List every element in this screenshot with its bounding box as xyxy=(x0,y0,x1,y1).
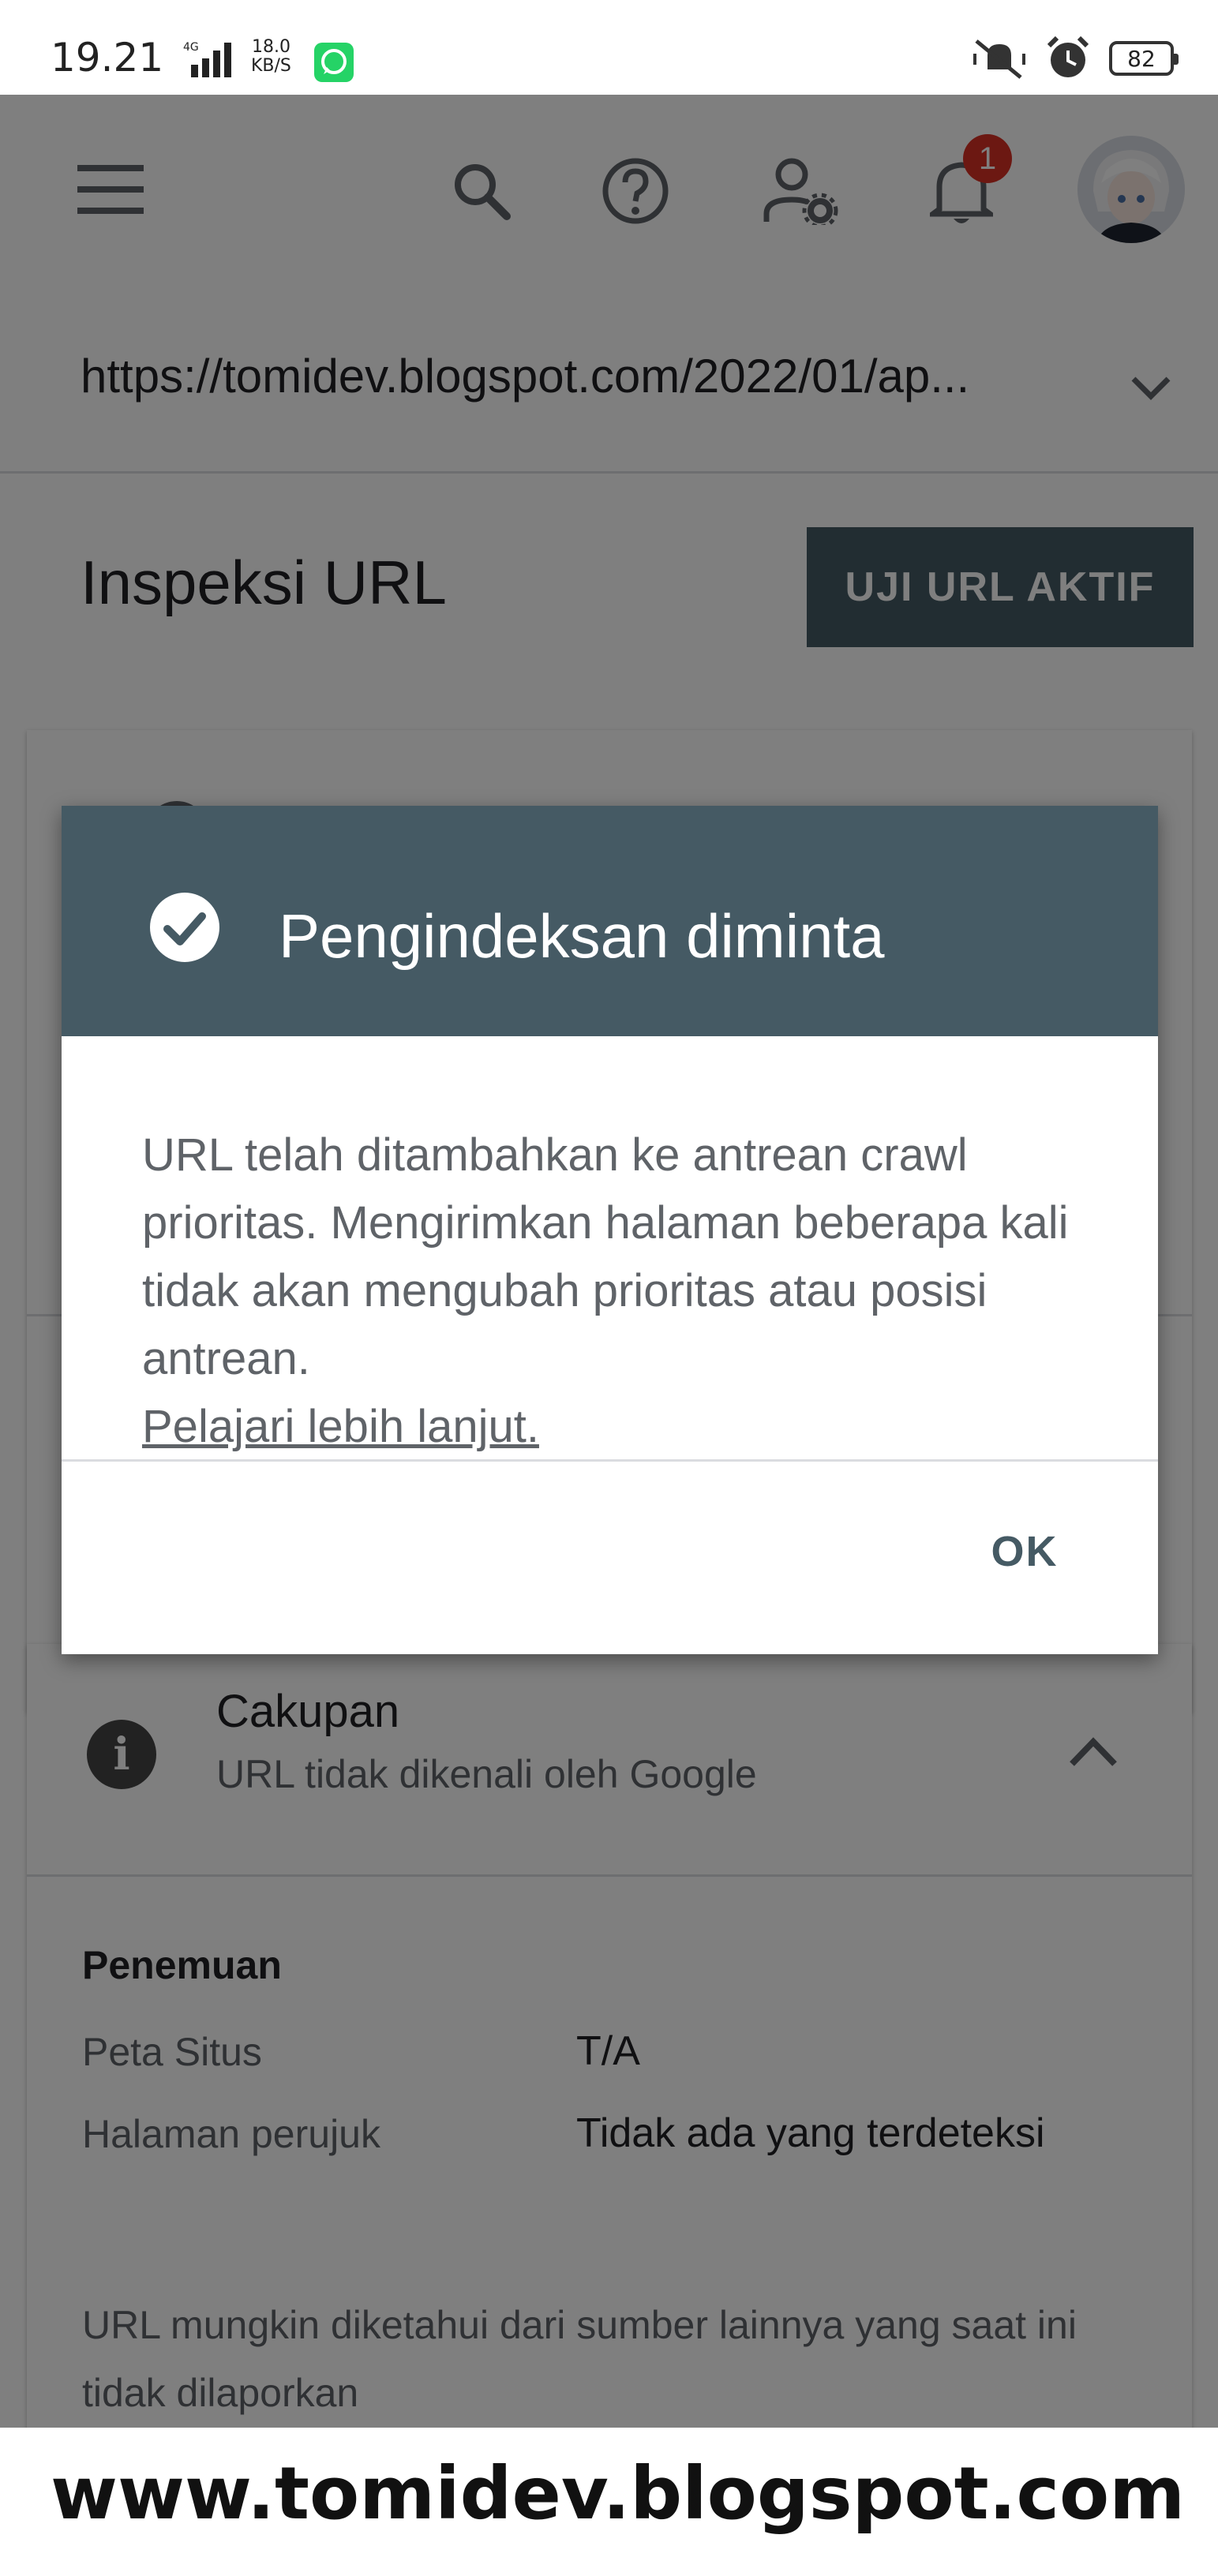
alarm-icon xyxy=(1047,36,1089,77)
dialog-header: Pengindeksan diminta xyxy=(62,806,1158,1036)
network-speed: 18.0 KB/S xyxy=(251,38,291,76)
battery-icon: 82 xyxy=(1109,41,1179,76)
vibrate-mute-icon xyxy=(973,39,1025,79)
status-bar: 19.21 4G 18.0 KB/S 82 xyxy=(0,0,1218,95)
network-speed-unit: KB/S xyxy=(251,56,291,76)
network-speed-value: 18.0 xyxy=(251,37,290,57)
dialog-message: URL telah ditambahkan ke antrean crawl p… xyxy=(142,1129,1069,1384)
status-time: 19.21 xyxy=(51,35,164,80)
check-circle-icon xyxy=(150,893,219,962)
search-console-app: 1 https://tomidev.blogspot.com/2022/01/a… xyxy=(0,95,1218,2428)
whatsapp-icon xyxy=(314,43,354,82)
signal-icon: 4G xyxy=(183,41,231,77)
indexing-requested-dialog: Pengindeksan diminta URL telah ditambahk… xyxy=(62,806,1158,1654)
network-type-label: 4G xyxy=(183,41,199,54)
divider xyxy=(62,1459,1158,1462)
watermark: www.tomidev.blogspot.com xyxy=(51,2451,1186,2536)
learn-more-link[interactable]: Pelajari lebih lanjut. xyxy=(142,1393,1105,1461)
dialog-title: Pengindeksan diminta xyxy=(279,901,885,971)
dialog-body: URL telah ditambahkan ke antrean crawl p… xyxy=(142,1121,1105,1461)
navigation-bar: www.tomidev.blogspot.com xyxy=(0,2428,1218,2576)
ok-button[interactable]: OK xyxy=(969,1508,1080,1595)
